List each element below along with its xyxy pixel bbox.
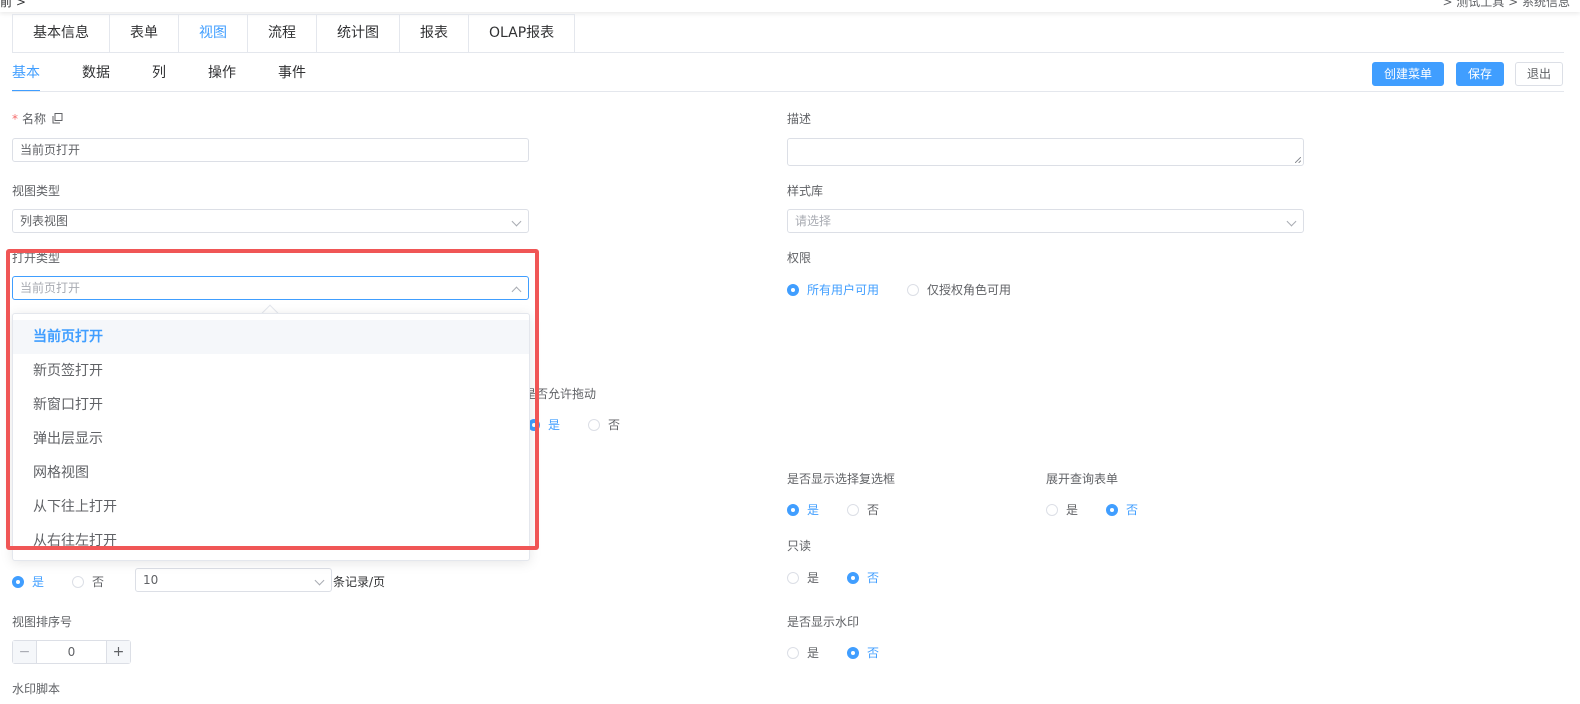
- expand-query-radio-group: 是 否: [1046, 501, 1166, 518]
- chevron-down-icon: [1286, 216, 1297, 227]
- drag-label: 是否允许拖动: [524, 387, 597, 401]
- style-lib-select[interactable]: 请选择: [787, 209, 1304, 233]
- open-type-select[interactable]: 当前页打开: [12, 276, 529, 300]
- readonly-radio-group: 是 否: [787, 569, 907, 586]
- watermark-yes-radio[interactable]: 是: [787, 644, 819, 661]
- view-type-label: 视图类型: [12, 184, 61, 198]
- subtab-events[interactable]: 事件: [278, 60, 306, 92]
- tab-basic-info[interactable]: 基本信息: [13, 15, 110, 53]
- show-checkbox-radio-group: 是 否: [787, 501, 907, 518]
- watermark-radio-group: 是 否: [787, 644, 907, 661]
- main-tabs: 基本信息 表单 视图 流程 统计图 报表 OLAP报表: [12, 14, 576, 53]
- chevron-down-icon: [511, 216, 522, 227]
- sort-label: 视图排序号: [12, 615, 73, 629]
- tab-form[interactable]: 表单: [110, 15, 179, 53]
- minus-icon[interactable]: −: [13, 641, 37, 663]
- readonly-yes-radio[interactable]: 是: [787, 569, 819, 586]
- sort-number-value[interactable]: 0: [37, 641, 106, 663]
- open-type-label: 打开类型: [12, 251, 61, 265]
- subtab-columns[interactable]: 列: [152, 60, 166, 92]
- page-size-value: 10: [143, 573, 159, 587]
- name-input[interactable]: 当前页打开: [12, 138, 529, 162]
- copy-icon[interactable]: [52, 113, 63, 127]
- description-textarea[interactable]: [787, 138, 1304, 166]
- tab-flow[interactable]: 流程: [248, 15, 317, 53]
- paging-no-radio[interactable]: 否: [72, 573, 104, 590]
- exit-button[interactable]: 退出: [1515, 62, 1563, 86]
- resize-handle-icon[interactable]: [1295, 157, 1301, 163]
- open-type-dropdown: 当前页打开 新页签打开 新窗口打开 弹出层显示 网格视图 从下往上打开 从右往左…: [12, 313, 530, 561]
- view-type-select[interactable]: 列表视图: [12, 209, 529, 233]
- page-size-suffix: 条记录/页: [333, 575, 386, 589]
- style-lib-placeholder: 请选择: [795, 214, 832, 228]
- sort-number-stepper[interactable]: − 0 +: [12, 640, 131, 664]
- subtab-actions[interactable]: 操作: [208, 60, 236, 92]
- dropdown-option[interactable]: 从右往左打开: [13, 524, 529, 558]
- readonly-label: 只读: [787, 539, 812, 553]
- tab-olap-report[interactable]: OLAP报表: [469, 15, 574, 53]
- show-checkbox-no-radio[interactable]: 否: [847, 501, 879, 518]
- dropdown-option[interactable]: 网格视图: [13, 456, 529, 490]
- tabs-divider: [12, 52, 1564, 53]
- breadcrumb-right[interactable]: > 测试工具 > 系统信息: [1442, 0, 1570, 10]
- watermark-label: 是否显示水印: [787, 615, 860, 629]
- create-menu-button[interactable]: 创建菜单: [1372, 62, 1444, 86]
- dropdown-option[interactable]: 新页签打开: [13, 354, 529, 388]
- expand-query-no-radio[interactable]: 否: [1106, 501, 1138, 518]
- show-checkbox-yes-radio[interactable]: 是: [787, 501, 819, 518]
- tab-report[interactable]: 报表: [400, 15, 469, 53]
- subtabs-divider: [12, 91, 1564, 92]
- watermark-no-radio[interactable]: 否: [847, 644, 879, 661]
- show-checkbox-label: 是否显示选择复选框: [787, 472, 896, 486]
- subtab-data[interactable]: 数据: [82, 60, 110, 92]
- dropdown-option[interactable]: 弹出层显示: [13, 422, 529, 456]
- page-size-select[interactable]: 10: [135, 568, 332, 592]
- name-label: * 名称: [12, 110, 63, 127]
- subtab-basic[interactable]: 基本: [12, 60, 40, 92]
- drag-no-radio[interactable]: 否: [588, 416, 620, 433]
- breadcrumb-left[interactable]: 前 >: [0, 0, 26, 10]
- drag-yes-radio[interactable]: 是: [528, 416, 560, 433]
- expand-query-yes-radio[interactable]: 是: [1046, 501, 1078, 518]
- watermark-script-label: 水印脚本: [12, 682, 61, 696]
- dropdown-option[interactable]: 从下往上打开: [13, 490, 529, 524]
- tab-chart[interactable]: 统计图: [317, 15, 400, 53]
- drag-radio-group: 是 否: [528, 416, 648, 433]
- permission-authorized-radio[interactable]: 仅授权角色可用: [907, 281, 1011, 298]
- permission-all-users-radio[interactable]: 所有用户可用: [787, 281, 879, 298]
- chevron-down-icon: [314, 575, 325, 586]
- dropdown-option[interactable]: 新窗口打开: [13, 388, 529, 422]
- permission-radio-group: 所有用户可用 仅授权角色可用: [787, 281, 1039, 298]
- sub-tabs: 基本 数据 列 操作 事件: [12, 60, 348, 92]
- plus-icon[interactable]: +: [106, 641, 130, 663]
- save-button[interactable]: 保存: [1456, 62, 1504, 86]
- tab-view[interactable]: 视图: [179, 15, 248, 53]
- top-breadcrumb-bar: 前 > > 测试工具 > 系统信息: [0, 0, 1580, 12]
- chevron-up-icon: [511, 286, 522, 297]
- paging-radio-group: 是 否: [12, 573, 132, 590]
- paging-yes-radio[interactable]: 是: [12, 573, 44, 590]
- view-type-value: 列表视图: [20, 214, 69, 228]
- permission-label: 权限: [787, 251, 812, 265]
- open-type-placeholder: 当前页打开: [20, 281, 81, 295]
- style-lib-label: 样式库: [787, 184, 824, 198]
- readonly-no-radio[interactable]: 否: [847, 569, 879, 586]
- dropdown-option[interactable]: 当前页打开: [13, 320, 529, 354]
- description-label: 描述: [787, 112, 812, 126]
- expand-query-label: 展开查询表单: [1046, 472, 1119, 486]
